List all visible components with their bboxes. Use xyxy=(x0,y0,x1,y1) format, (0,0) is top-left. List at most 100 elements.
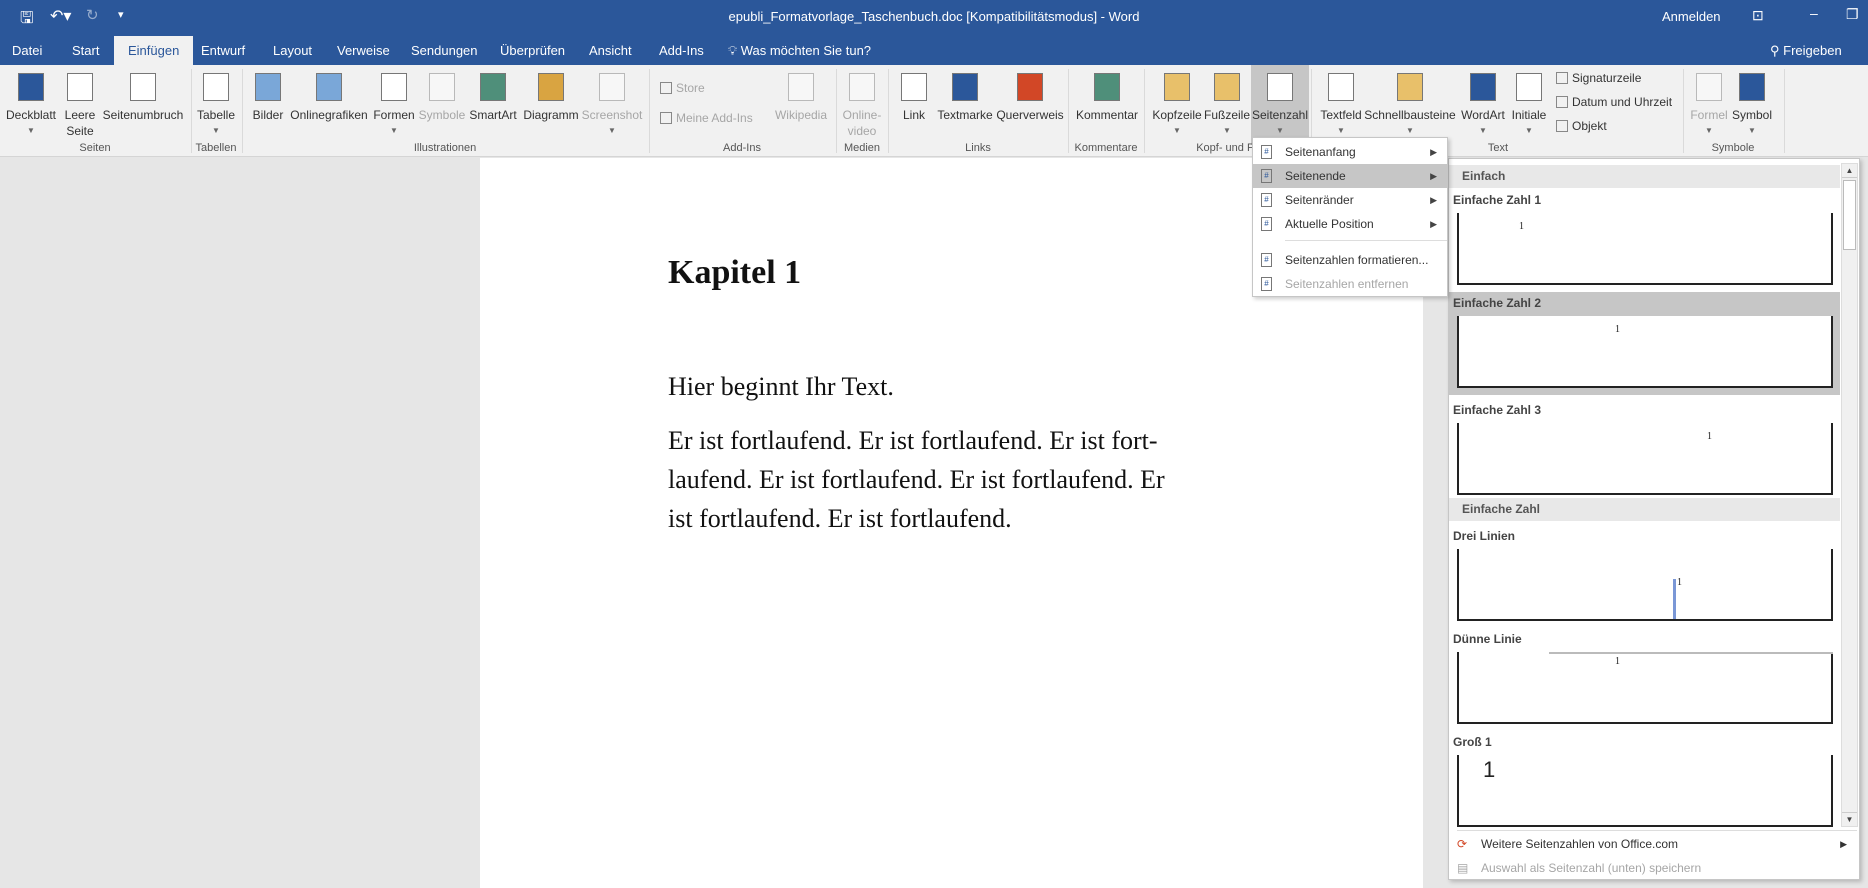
gallery-item-label: Einfache Zahl 2 xyxy=(1453,296,1542,310)
scroll-up-icon[interactable]: ▲ xyxy=(1842,164,1857,178)
tab-verweise[interactable]: Verweise xyxy=(337,36,390,65)
restore-icon[interactable]: ❐ xyxy=(1846,6,1859,23)
ribbon-datetime-button[interactable]: Datum und Uhrzeit xyxy=(1556,95,1672,109)
menu-item-label: Seitenende xyxy=(1285,169,1346,183)
tab-ueberpruefen[interactable]: Überprüfen xyxy=(500,36,565,65)
ribbon-icon xyxy=(1267,73,1293,101)
menu-item-seitenanfang[interactable]: # Seitenanfang ▶ xyxy=(1253,140,1447,164)
gallery-item[interactable]: Einfache Zahl 1 1 xyxy=(1449,189,1840,287)
ribbon-store-button[interactable]: Store xyxy=(660,81,705,95)
ribbon-icon xyxy=(130,73,156,101)
more-label: Weitere Seitenzahlen von Office.com xyxy=(1481,837,1678,851)
title-bar: 🖫 ↶▾ ↻ ▾ epubli_Formatvorlage_Taschenbuc… xyxy=(0,0,1868,65)
page-number-preview: 1 xyxy=(1707,431,1712,442)
tell-me-text: Was möchten Sie tun? xyxy=(740,43,872,58)
submenu-arrow-icon: ▶ xyxy=(1840,839,1847,849)
gallery-scrollbar[interactable]: ▲ ▼ xyxy=(1841,163,1858,827)
ribbon-icon xyxy=(538,73,564,101)
ribbon-display-options-icon[interactable]: ⊡ xyxy=(1752,7,1764,24)
page-preview: 1 xyxy=(1457,213,1833,285)
gallery-item-label: Einfache Zahl 3 xyxy=(1453,403,1542,417)
page-number-preview: 1 xyxy=(1483,757,1496,782)
save-label: Auswahl als Seitenzahl (unten) speichern xyxy=(1481,861,1702,875)
dropdown-arrow-icon: ▼ xyxy=(1748,126,1756,135)
small-button-icon xyxy=(660,82,672,94)
gallery-item[interactable]: Drei Linien 1 xyxy=(1449,525,1840,623)
ribbon-button-screenshot[interactable]: Screenshot ▼ xyxy=(562,71,662,139)
heading-kapitel[interactable]: Kapitel 1 xyxy=(668,254,801,292)
page-number-preview: 1 xyxy=(1615,324,1620,335)
more-page-numbers-item[interactable]: ⟳ Weitere Seitenzahlen von Office.com ▶ xyxy=(1449,832,1859,856)
gallery-item[interactable]: Groß 1 1 xyxy=(1449,731,1840,829)
page-number-icon: # xyxy=(1261,253,1272,267)
ribbon-icon xyxy=(1094,73,1120,101)
thin-line-decoration xyxy=(1549,652,1833,654)
save-selection-item[interactable]: ▤ Auswahl als Seitenzahl (unten) speiche… xyxy=(1449,856,1859,880)
tab-sendungen[interactable]: Sendungen xyxy=(411,36,478,65)
tab-einfuegen[interactable]: Einfügen xyxy=(114,36,194,65)
ribbon-icon xyxy=(1516,73,1542,101)
paragraph-line[interactable]: Hier beginnt Ihr Text. xyxy=(668,372,894,402)
menu-item-seitenzahlenformatieren[interactable]: # Seitenzahlen formatieren... xyxy=(1253,248,1447,272)
page-preview: 1 xyxy=(1457,316,1833,388)
ribbon-signature-button[interactable]: Signaturzeile xyxy=(1556,71,1641,85)
scroll-down-icon[interactable]: ▼ xyxy=(1842,812,1857,826)
group-separator xyxy=(1784,69,1785,153)
group-label: Medien xyxy=(843,142,881,154)
paragraph-line[interactable]: Er ist fortlaufend. Er ist fortlaufend. … xyxy=(668,426,1158,456)
group-separator xyxy=(836,69,837,153)
ribbon-icon xyxy=(788,73,814,101)
tab-ansicht[interactable]: Ansicht xyxy=(589,36,632,65)
window-title: epubli_Formatvorlage_Taschenbuch.doc [Ko… xyxy=(728,9,1140,24)
gallery-item[interactable]: Einfache Zahl 3 1 xyxy=(1449,399,1840,497)
menu-item-seitenende[interactable]: # Seitenende ▶ xyxy=(1253,164,1447,188)
gallery-item[interactable]: Einfache Zahl 2 1 xyxy=(1449,292,1840,395)
menu-item-label: Seitenanfang xyxy=(1285,145,1356,159)
group-label: Symbole xyxy=(1711,142,1755,154)
menu-item-seitenränder[interactable]: # Seitenränder ▶ xyxy=(1253,188,1447,212)
menu-item-label: Aktuelle Position xyxy=(1285,217,1374,231)
ribbon-my_addins-button[interactable]: Meine Add-Ins xyxy=(660,111,753,125)
paragraph-line[interactable]: laufend. Er ist fortlaufend. Er ist fort… xyxy=(668,465,1165,495)
gallery-item[interactable]: Dünne Linie 1 xyxy=(1449,628,1840,726)
ribbon-object-button[interactable]: Objekt xyxy=(1556,119,1607,133)
button-label: Screenshot xyxy=(581,108,643,122)
group-label: Illustrationen xyxy=(413,142,477,154)
ribbon-icon xyxy=(316,73,342,101)
tab-datei[interactable]: Datei xyxy=(12,36,42,65)
scroll-thumb[interactable] xyxy=(1843,180,1856,250)
tab-start[interactable]: Start xyxy=(72,36,99,65)
tell-me-search[interactable]: 💡︎ Was möchten Sie tun? xyxy=(728,36,871,65)
group-separator xyxy=(888,69,889,153)
ribbon-icon xyxy=(1739,73,1765,101)
button-label-line2: video xyxy=(847,124,877,138)
menu-item-label: Seitenzahlen entfernen xyxy=(1285,277,1409,291)
person-icon: ⚲ xyxy=(1770,43,1784,58)
menu-item-seitenzahlenentfernen[interactable]: # Seitenzahlen entfernen xyxy=(1253,272,1447,296)
ribbon-icon xyxy=(599,73,625,101)
paragraph-line[interactable]: ist fortlaufend. Er ist fortlaufend. xyxy=(668,504,1012,534)
small-button-icon xyxy=(1556,72,1568,84)
menu-item-label: Seitenränder xyxy=(1285,193,1354,207)
share-button[interactable]: ⚲ Freigeben xyxy=(1770,36,1842,65)
minimize-icon[interactable]: – xyxy=(1810,5,1818,21)
page-preview: 1 xyxy=(1457,423,1833,495)
tab-layout[interactable]: Layout xyxy=(273,36,312,65)
dropdown-arrow-icon: ▼ xyxy=(390,126,398,135)
ribbon-icon xyxy=(1328,73,1354,101)
tab-entwurf[interactable]: Entwurf xyxy=(201,36,245,65)
page-number-preview: 1 xyxy=(1615,656,1620,667)
section-header: Einfach xyxy=(1449,165,1840,188)
group-separator xyxy=(1144,69,1145,153)
ribbon-button-symbol[interactable]: Symbol ▼ xyxy=(1702,71,1802,139)
group-separator xyxy=(1068,69,1069,153)
signin-link[interactable]: Anmelden xyxy=(1662,9,1721,24)
menu-item-aktuelleposition[interactable]: # Aktuelle Position ▶ xyxy=(1253,212,1447,236)
object-label: Objekt xyxy=(1572,119,1607,133)
page-number-icon: # xyxy=(1261,145,1272,159)
group-label: Seiten xyxy=(79,142,111,154)
tab-add-ins[interactable]: Add-Ins xyxy=(659,36,704,65)
group-separator xyxy=(242,69,243,153)
ribbon: Deckblatt ▼ Leere Seite Seitenumbruch Tabelle… xyxy=(0,65,1868,157)
submenu-arrow-icon: ▶ xyxy=(1430,195,1437,205)
